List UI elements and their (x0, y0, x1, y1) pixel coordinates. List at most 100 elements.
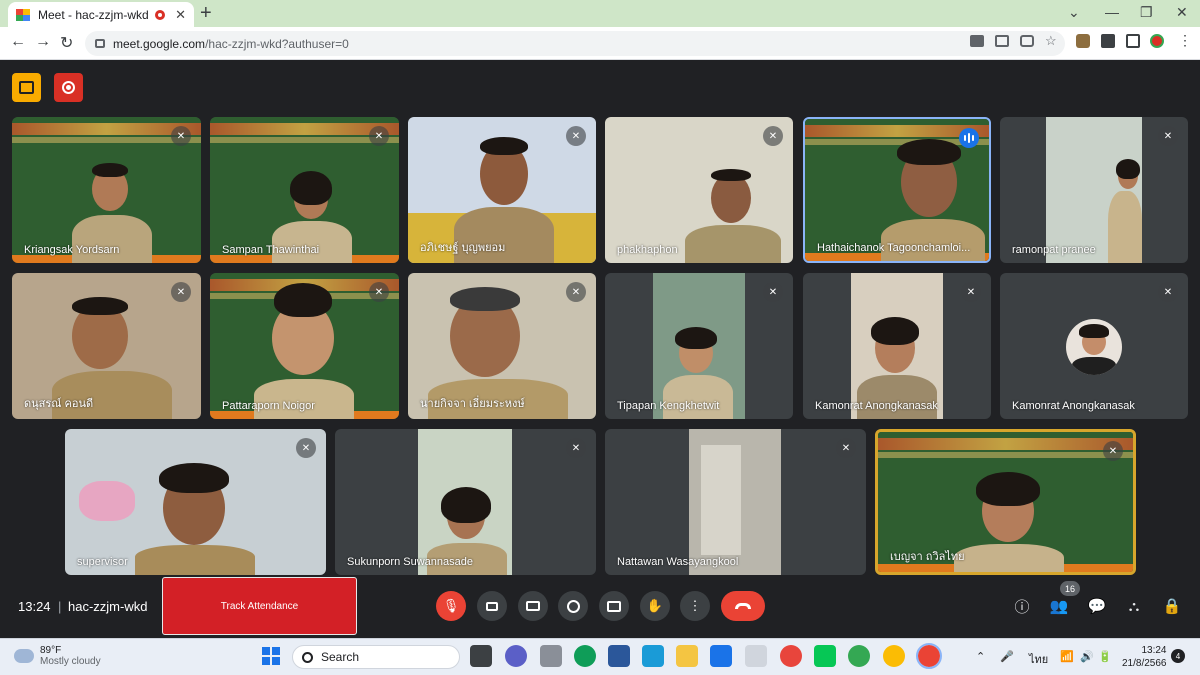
participant-tile[interactable]: ✕ อภิเชษฐ์ บุญพยอม (408, 117, 596, 263)
mic-off-icon: ✕ (369, 126, 389, 146)
participant-tile[interactable]: ✕ Sukunporn Suwannasade (335, 429, 596, 575)
wifi-icon[interactable]: 📶 (1060, 650, 1074, 663)
line-icon[interactable] (814, 645, 836, 667)
url-host: meet.google.com (113, 36, 206, 51)
tab-close-icon[interactable]: ✕ (175, 7, 186, 23)
mic-toggle-button[interactable]: 🎙 (436, 591, 466, 621)
battery-icon[interactable]: 🔋 (1098, 650, 1112, 663)
taskbar-search-input[interactable]: Search (292, 645, 460, 669)
mic-off-icon: ✕ (1103, 441, 1123, 461)
file-explorer-icon[interactable] (676, 645, 698, 667)
input-language[interactable]: ไทย (1029, 650, 1048, 668)
word-icon[interactable] (608, 645, 630, 667)
tray-chevron-icon[interactable]: ⌃ (976, 650, 985, 663)
extension-icon[interactable] (1076, 34, 1090, 48)
mic-off-icon: ✕ (171, 282, 191, 302)
participant-name: นายกิจจา เอี่ยมระหงษ์ (420, 398, 525, 410)
camera-toggle-button[interactable] (477, 591, 507, 621)
participant-tile[interactable]: ✕ นายกิจจา เอี่ยมระหงษ์ (408, 273, 596, 419)
tab-search-icon[interactable]: ⌄ (1068, 4, 1080, 21)
captions-button[interactable] (518, 591, 548, 621)
participant-tile[interactable]: ✕ Sampan Thawinthai (210, 117, 399, 263)
browser-tab[interactable]: Meet - hac-zzjm-wkd ✕ (8, 2, 194, 27)
chat-icon[interactable]: 💬 (1088, 597, 1107, 615)
activities-icon[interactable]: ⛬ (1125, 597, 1143, 615)
teams-chat-icon[interactable] (505, 645, 527, 667)
microphone-icon[interactable]: 🎤 (1000, 650, 1014, 663)
hide-self-view-button[interactable] (12, 73, 41, 102)
participant-tile[interactable]: ✕ ramonpat pranee (1000, 117, 1188, 263)
volume-icon[interactable]: 🔊 (1080, 650, 1094, 663)
snipping-tool-icon[interactable] (745, 645, 767, 667)
mic-off-icon: 🎙 (442, 598, 460, 613)
participant-tile[interactable]: ✕ Pattaraporn Noigor (210, 273, 399, 419)
windows-start-icon[interactable] (262, 647, 280, 665)
participant-tile[interactable]: ✕ Nattawan Wasayangkool (605, 429, 866, 575)
participant-name: เบญจา ถวิลไทย (890, 551, 965, 563)
forward-arrow-icon[interactable]: → (35, 33, 51, 51)
present-button[interactable] (599, 591, 629, 621)
participant-tile[interactable]: ✕ Tipapan Kengkhetwit (605, 273, 793, 419)
system-clock[interactable]: 13:24 21/8/2566 (1122, 644, 1167, 670)
more-options-button[interactable]: ⋮ (680, 591, 710, 621)
participant-tile[interactable]: ✕ เบญจา ถวิลไทย (875, 429, 1136, 575)
raise-hand-button[interactable]: ✋ (640, 591, 670, 621)
mail-icon[interactable] (710, 645, 732, 667)
participant-name: phakhaphon (617, 244, 678, 256)
participant-tile[interactable]: ✕ phakhaphon (605, 117, 793, 263)
participant-tile[interactable]: ✕ Kamonrat Anongkanasak (1000, 273, 1188, 419)
participant-name: Hathaichanok Tagoonchamloi... (817, 242, 971, 254)
meeting-clock: 13:24 (18, 599, 51, 614)
minimize-button[interactable]: — (1105, 4, 1119, 20)
close-window-button[interactable]: ✕ (1176, 4, 1188, 21)
chrome-profile-icon[interactable] (848, 645, 870, 667)
task-view-icon[interactable] (470, 645, 492, 667)
meet-favicon-icon (16, 8, 30, 21)
mic-off-icon: ✕ (1158, 282, 1178, 302)
people-icon[interactable]: 👥 (1050, 597, 1069, 615)
maximize-button[interactable]: ❐ (1140, 4, 1153, 21)
windows-taskbar (0, 638, 1200, 675)
camera-permission-icon[interactable] (970, 35, 984, 47)
bookmark-star-icon[interactable]: ☆ (1045, 33, 1059, 48)
chrome-profile-icon[interactable] (883, 645, 905, 667)
share-icon[interactable] (1020, 35, 1034, 47)
leave-call-button[interactable] (721, 591, 765, 621)
profile-avatar[interactable] (1150, 34, 1164, 48)
edge-browser-icon[interactable] (574, 645, 596, 667)
back-arrow-icon[interactable]: ← (10, 33, 26, 51)
weather-widget[interactable]: 89°F Mostly cloudy (14, 645, 101, 667)
info-icon[interactable]: ⓘ (1013, 597, 1031, 616)
record-dot (66, 85, 71, 90)
participant-name: อภิเชษฐ์ บุญพยอม (420, 242, 506, 254)
side-panel-icon[interactable] (1126, 34, 1140, 48)
url-input[interactable]: meet.google.com/hac-zzjm-wkd?authuser=0 (85, 31, 1065, 56)
recording-button[interactable] (54, 73, 83, 102)
extensions-puzzle-icon[interactable] (1101, 34, 1115, 48)
recording-indicator-icon (155, 9, 166, 20)
notification-badge[interactable]: 4 (1171, 649, 1185, 663)
host-controls-icon[interactable]: 🔒 (1163, 597, 1182, 615)
video-background (701, 445, 741, 555)
meeting-info-separator: | (58, 599, 62, 614)
participant-tile-active-speaker[interactable]: Hathaichanok Tagoonchamloi... (803, 117, 991, 263)
browser-menu-icon[interactable]: ⋮ (1178, 32, 1192, 48)
chrome-icon[interactable] (780, 645, 802, 667)
reactions-button[interactable] (558, 591, 588, 621)
participant-tile[interactable]: ✕ Kamonrat Anongkanasak (803, 273, 991, 419)
mic-off-icon: ✕ (763, 126, 783, 146)
participant-name: Sampan Thawinthai (222, 244, 320, 256)
translate-icon[interactable] (995, 35, 1009, 47)
l-app-icon[interactable] (642, 645, 664, 667)
chrome-active-icon[interactable] (916, 643, 942, 669)
app-icon[interactable] (540, 645, 562, 667)
participant-name: Kamonrat Anongkanasak (815, 400, 938, 412)
participant-tile[interactable]: ✕ ดนุสรณ์ คอนดี (12, 273, 201, 419)
reload-icon[interactable]: ↻ (60, 33, 73, 53)
new-tab-button[interactable]: + (200, 3, 212, 23)
mic-off-icon: ✕ (369, 282, 389, 302)
participant-video (254, 283, 354, 419)
participant-tile[interactable]: ✕ supervisor (65, 429, 326, 575)
track-attendance-button[interactable]: Track Attendance (162, 577, 357, 635)
participant-tile[interactable]: ✕ Kriangsak Yordsarn (12, 117, 201, 263)
